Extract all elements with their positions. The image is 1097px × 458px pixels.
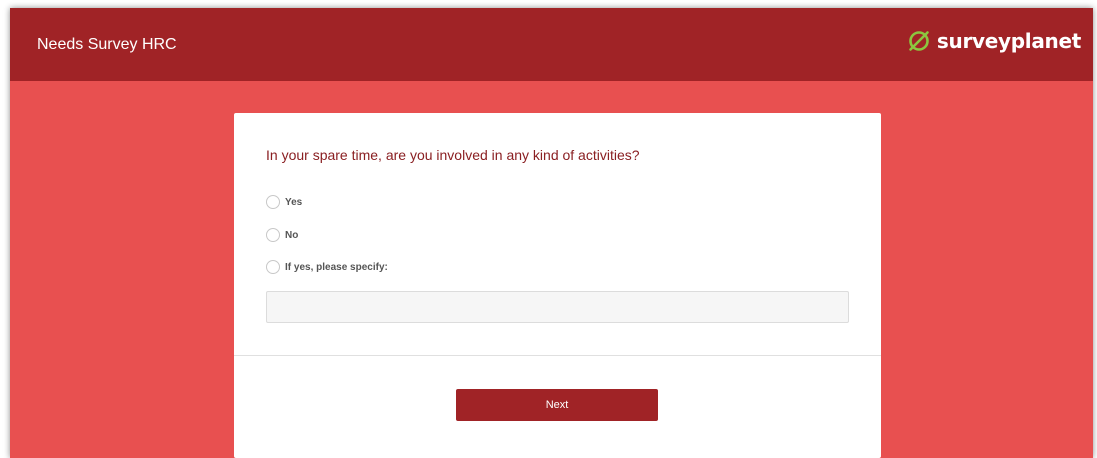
option-no-label: No [285,229,299,241]
option-if-yes-specify-label: If yes, please specify: [285,261,388,273]
card-divider [234,355,881,356]
option-yes[interactable]: Yes [266,195,302,209]
logo-text: surveyplanet [936,29,1081,53]
question-card: In your spare time, are you involved in … [234,113,881,458]
specify-input[interactable] [266,291,849,323]
next-button[interactable]: Next [456,389,658,421]
question-text: In your spare time, are you involved in … [266,147,640,163]
surveyplanet-logo: surveyplanet [907,29,1081,53]
radio-no[interactable] [266,228,280,242]
option-if-yes-specify[interactable]: If yes, please specify: [266,260,388,274]
survey-window: Needs Survey HRC surveyplanet In your sp… [10,8,1093,458]
option-no[interactable]: No [266,228,298,242]
survey-title: Needs Survey HRC [37,36,177,53]
surveyplanet-logo-icon [907,29,931,53]
option-yes-label: Yes [285,196,303,208]
radio-yes[interactable] [266,195,280,209]
survey-header: Needs Survey HRC surveyplanet [10,8,1093,81]
radio-if-yes-specify[interactable] [266,260,280,274]
